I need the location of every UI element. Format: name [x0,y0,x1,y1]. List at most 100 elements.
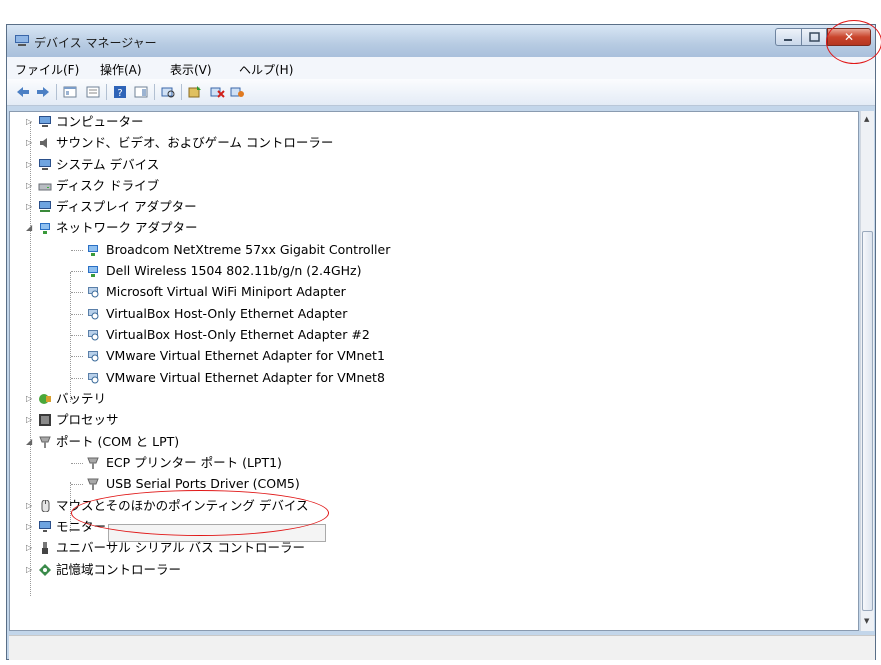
tree-node-display-adapters[interactable]: ▷ ディスプレイ アダプター [10,197,850,217]
vertical-scrollbar[interactable]: ▲ ▼ [860,111,874,631]
tree-branch-line [71,356,83,357]
tree-node-storage-controllers[interactable]: ▷ 記憶域コントローラー [10,560,850,580]
tree-label: VirtualBox Host-Only Ethernet Adapter #2 [106,327,370,342]
device-tree: ▷ コンピューター ▷ サウンド、ビデオ、およびゲーム コントローラー ▷ シス… [9,111,859,631]
tree-label: モニター [56,519,107,534]
uninstall-icon[interactable] [209,84,225,100]
tree-node-mice[interactable]: ▷ マウスとそのほかのポインティング デバイス [10,496,850,516]
tree-label: VirtualBox Host-Only Ethernet Adapter [106,306,348,321]
tree-node-usb-controllers[interactable]: ▷ ユニバーサル シリアル バス コントローラー [10,538,850,558]
tree-label: USB Serial Ports Driver (COM5) [106,476,300,491]
disk-drive-icon [38,183,52,191]
expand-arrow-icon[interactable]: ▷ [26,389,35,409]
expand-arrow-icon[interactable]: ▷ [26,112,35,132]
action-pane-icon[interactable] [133,84,149,100]
mouse-icon [41,500,50,512]
processor-icon [39,414,51,426]
title-bar[interactable]: デバイス マネージャー ✕ [7,25,875,57]
toolbar-separator [106,84,107,100]
speaker-icon [40,138,47,148]
tree-node-vmware-vmnet8[interactable]: VMware Virtual Ethernet Adapter for VMne… [10,368,850,388]
tree-node-ecp-printer-port[interactable]: ECP プリンター ポート (LPT1) [10,453,850,473]
window-title: デバイス マネージャー [34,36,157,50]
close-button[interactable]: ✕ [827,28,871,46]
network-card-icon [88,245,98,256]
close-icon: ✕ [843,30,855,44]
tree-label: VMware Virtual Ethernet Adapter for VMne… [106,348,385,363]
tree-node-monitors[interactable]: ▷ モニター [10,517,850,537]
tree-node-batteries[interactable]: ▷ バッテリ [10,389,850,409]
collapse-arrow-icon[interactable]: ◢ [26,432,35,452]
expand-arrow-icon[interactable]: ▷ [26,133,35,153]
storage-controller-icon [39,564,51,576]
help-icon[interactable]: ? [112,84,128,100]
expand-arrow-icon[interactable]: ▷ [26,197,35,217]
expand-arrow-icon[interactable]: ▷ [26,496,35,516]
tree-node-broadcom[interactable]: Broadcom NetXtreme 57xx Gigabit Controll… [10,240,850,260]
menu-view[interactable]: 表示(V) [170,61,212,78]
tree-branch-line [71,378,83,379]
menu-action[interactable]: 操作(A) [100,61,142,78]
toolbar: ? [7,79,875,106]
tree-node-computer[interactable]: ▷ コンピューター [10,112,850,132]
expand-arrow-icon[interactable]: ▷ [26,538,35,558]
device-manager-window: デバイス マネージャー ✕ ファイル(F) 操作(A) 表示(V) ヘルプ(H)… [6,24,876,660]
tree-label: ユニバーサル シリアル バス コントローラー [56,540,306,555]
expand-arrow-icon[interactable]: ▷ [26,560,35,580]
expand-arrow-icon[interactable]: ▷ [26,176,35,196]
tree-branch-line [71,250,83,251]
battery-icon [39,394,51,404]
menu-file[interactable]: ファイル(F) [15,61,79,78]
monitor-icon [39,521,51,532]
port-icon [87,457,99,469]
tree-node-system-devices[interactable]: ▷ システム デバイス [10,155,850,175]
tree-label: ECP プリンター ポート (LPT1) [106,455,282,470]
expand-arrow-icon[interactable]: ▷ [26,410,35,430]
tree-label: ディスプレイ アダプター [56,199,197,214]
tree-label: Dell Wireless 1504 802.11b/g/n (2.4GHz) [106,263,362,278]
forward-icon[interactable] [35,84,51,100]
toolbar-separator [56,84,57,100]
maximize-button[interactable] [801,28,827,46]
scroll-up-icon[interactable]: ▲ [864,115,869,123]
tree-label: VMware Virtual Ethernet Adapter for VMne… [106,370,385,385]
tree-node-processors[interactable]: ▷ プロセッサ [10,410,850,430]
tree-label: マウスとそのほかのポインティング デバイス [56,498,309,513]
scan-hardware-icon[interactable] [160,84,176,100]
tree-node-usb-serial-ports-driver[interactable]: USB Serial Ports Driver (COM5) [10,474,850,494]
tree-label: サウンド、ビデオ、およびゲーム コントローラー [56,135,334,150]
minimize-button[interactable] [775,28,801,46]
tree-branch-line [71,463,83,464]
tree-node-sound-video-game[interactable]: ▷ サウンド、ビデオ、およびゲーム コントローラー [10,133,850,153]
console-tree-icon[interactable] [62,84,78,100]
tree-branch-line [71,271,83,272]
scroll-down-icon[interactable]: ▼ [864,617,869,625]
tree-node-vmware-vmnet1[interactable]: VMware Virtual Ethernet Adapter for VMne… [10,346,850,366]
tree-label: 記憶域コントローラー [56,562,182,577]
tree-label: コンピューター [56,114,144,129]
collapse-arrow-icon[interactable]: ◢ [26,218,35,238]
tree-label: プロセッサ [56,412,119,427]
expand-arrow-icon[interactable]: ▷ [26,517,35,537]
update-driver-icon[interactable] [187,84,203,100]
menu-help[interactable]: ヘルプ(H) [239,61,293,78]
svg-text:?: ? [117,88,122,99]
expand-arrow-icon[interactable]: ▷ [26,155,35,175]
properties-icon[interactable] [85,84,101,100]
tree-label: Microsoft Virtual WiFi Miniport Adapter [106,284,346,299]
virtual-adapter-icon [88,287,99,298]
tree-node-dell-wireless[interactable]: Dell Wireless 1504 802.11b/g/n (2.4GHz) [10,261,850,281]
tree-node-network-adapters[interactable]: ◢ ネットワーク アダプター [10,218,850,238]
disable-icon[interactable] [229,84,245,100]
tree-node-virtualbox-2[interactable]: VirtualBox Host-Only Ethernet Adapter #2 [10,325,850,345]
device-manager-icon [15,35,29,46]
tree-branch-line [71,314,83,315]
tree-branch-line [71,292,83,293]
computer-icon [39,116,51,127]
tree-node-ports[interactable]: ◢ ポート (COM と LPT) [10,432,850,452]
tree-node-virtualbox-1[interactable]: VirtualBox Host-Only Ethernet Adapter [10,304,850,324]
tree-node-disk-drives[interactable]: ▷ ディスク ドライブ [10,176,850,196]
tree-node-ms-virtual-wifi[interactable]: Microsoft Virtual WiFi Miniport Adapter [10,282,850,302]
scrollbar-thumb[interactable] [862,231,873,611]
back-icon[interactable] [15,84,31,100]
